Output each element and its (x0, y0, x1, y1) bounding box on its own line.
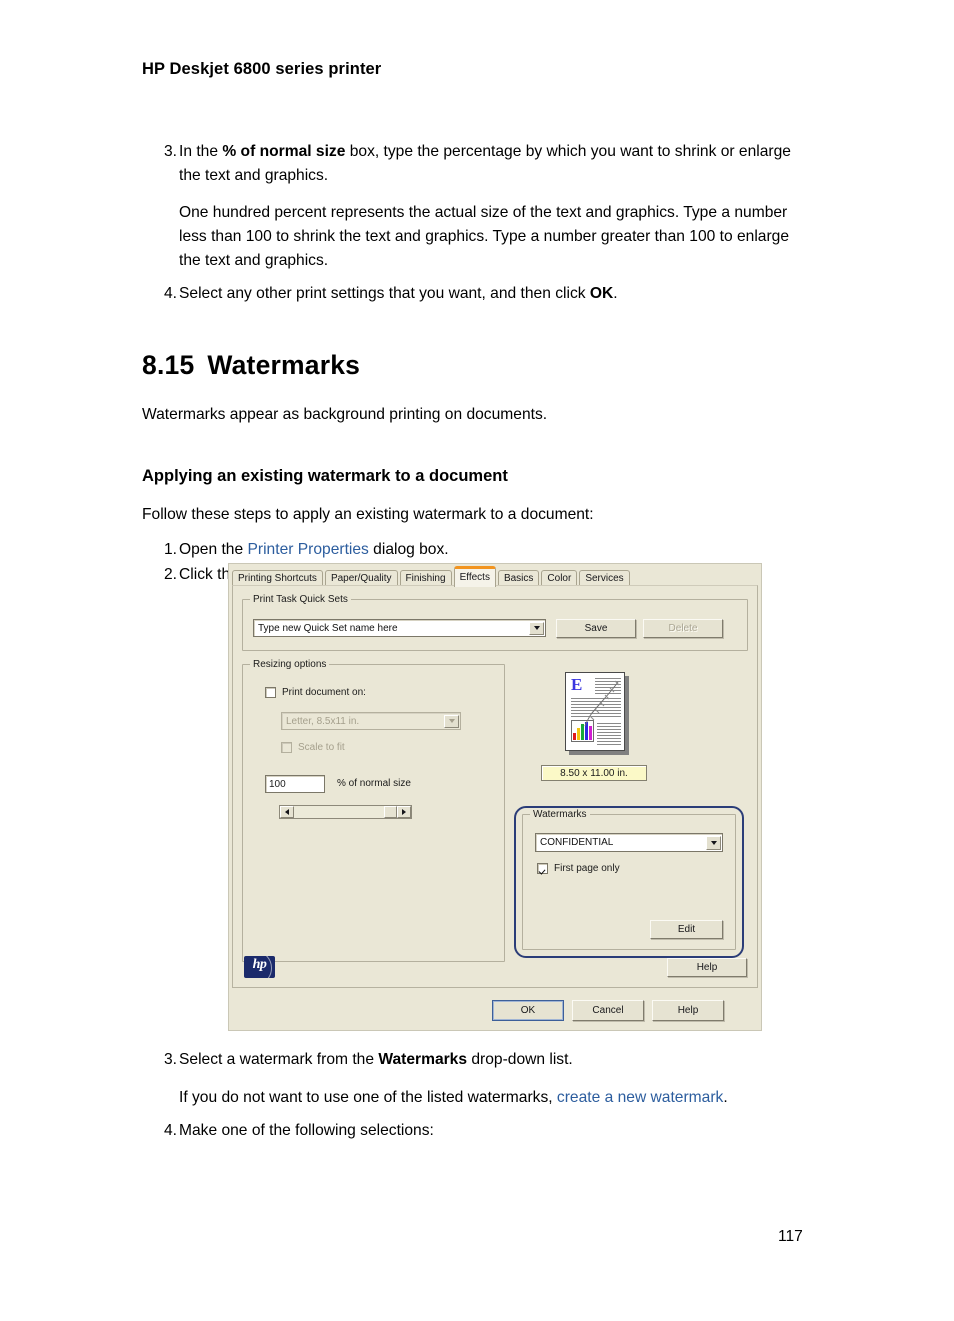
paper-size-combo: Letter, 8.5x11 in. (281, 712, 461, 730)
slider-thumb[interactable] (384, 806, 397, 818)
resizing-options-group: Resizing options Print document on: Lett… (242, 659, 505, 962)
watermark-combo[interactable]: CONFIDENTIAL (535, 833, 723, 852)
section-lead-paragraph: Watermarks appear as background printing… (142, 406, 548, 424)
help-button[interactable]: Help (652, 1000, 724, 1021)
list-item-number: 1. (163, 540, 177, 558)
watermarks-highlight-ring: Watermarks CONFIDENTIAL First page only … (514, 806, 744, 958)
chevron-down-icon[interactable] (706, 835, 721, 850)
list-item-number: 3. (163, 1051, 177, 1068)
printer-properties-dialog[interactable]: Printing Shortcuts Paper/Quality Finishi… (228, 563, 762, 1031)
cancel-button[interactable]: Cancel (572, 1000, 644, 1021)
tab-effects[interactable]: Effects (453, 566, 496, 587)
scale-to-fit-checkbox: Scale to fit (281, 742, 345, 753)
dialog-footer: OK Cancel Help (232, 989, 758, 1027)
section-title: Watermarks (207, 350, 361, 381)
list-item: 3. Select a watermark from the Watermark… (142, 1048, 814, 1072)
percent-value: 100 (269, 778, 286, 790)
chevron-down-icon (444, 714, 459, 728)
page-content: 3. In the % of normal size box, type the… (142, 140, 814, 589)
paper-size-readout: 8.50 x 11.00 in. (541, 765, 647, 781)
resize-slider[interactable] (279, 805, 412, 819)
tab-strip: Printing Shortcuts Paper/Quality Finishi… (232, 566, 761, 587)
percent-of-normal-size-label: % of normal size (337, 778, 411, 789)
top-step-list-2: 4. Select any other print settings that … (142, 282, 814, 306)
delete-button: Delete (643, 619, 723, 638)
list-item-text: Open the Printer Properties dialog box. (179, 540, 449, 558)
tab-printing-shortcuts[interactable]: Printing Shortcuts (232, 570, 323, 586)
section-heading: 8.15 Watermarks (142, 350, 814, 381)
watermarks-group: Watermarks CONFIDENTIAL First page only … (522, 809, 736, 950)
slider-right-arrow-icon[interactable] (397, 806, 411, 818)
bottom-note: If you do not want to use one of the lis… (179, 1088, 728, 1106)
ok-button[interactable]: OK (492, 1000, 564, 1021)
checkbox-icon[interactable] (537, 863, 548, 874)
subsection-heading: Applying an existing watermark to a docu… (142, 466, 508, 485)
print-document-on-label: Print document on: (282, 687, 366, 698)
preview-swish-graphic (584, 680, 620, 727)
list-item-number: 3. (163, 143, 177, 160)
list-item: 4. Make one of the following selections: (142, 1119, 814, 1143)
scale-to-fit-label: Scale to fit (298, 742, 345, 753)
tab-paper-quality[interactable]: Paper/Quality (324, 570, 398, 586)
preview-paper-stack: E (565, 672, 629, 755)
print-document-on-checkbox[interactable]: Print document on: (265, 687, 366, 698)
first-page-only-checkbox[interactable]: First page only (537, 863, 620, 874)
tab-color[interactable]: Color (541, 570, 578, 586)
slider-left-arrow-icon[interactable] (280, 806, 294, 818)
group-label: Print Task Quick Sets (250, 594, 351, 605)
slider-track[interactable] (294, 806, 397, 818)
bottom-step-list-2: 4. Make one of the following selections: (142, 1119, 814, 1143)
list-item-text: Select any other print settings that you… (179, 285, 618, 303)
print-task-quick-sets-group: Print Task Quick Sets Type new Quick Set… (242, 594, 748, 651)
create-new-watermark-link[interactable]: create a new watermark (557, 1089, 723, 1106)
bottom-step-list: 3. Select a watermark from the Watermark… (142, 1048, 814, 1072)
printer-properties-link[interactable]: Printer Properties (248, 541, 369, 558)
chevron-down-icon[interactable] (529, 621, 544, 635)
watermark-combo-value: CONFIDENTIAL (540, 837, 614, 848)
effects-tab-pane: Print Task Quick Sets Type new Quick Set… (232, 585, 758, 988)
quick-set-combo-value: Type new Quick Set name here (258, 622, 398, 634)
hp-logo-icon: hp (244, 956, 275, 978)
list-item-number: 2. (163, 566, 177, 584)
list-item-text: In the % of normal size box, type the pe… (179, 143, 791, 184)
tab-basics[interactable]: Basics (497, 570, 540, 586)
checkbox-icon[interactable] (265, 687, 276, 698)
preview-paper: E (565, 672, 625, 751)
group-label: Resizing options (250, 659, 330, 670)
checkbox-icon (281, 742, 292, 753)
page-content-bottom: 3. Select a watermark from the Watermark… (142, 1048, 814, 1145)
page-number: 117 (778, 1228, 803, 1245)
top-step-list: 3. In the % of normal size box, type the… (142, 140, 814, 187)
pane-help-button[interactable]: Help (667, 958, 747, 977)
list-item: 4. Select any other print settings that … (142, 282, 814, 306)
subsection-intro: Follow these steps to apply an existing … (142, 505, 594, 523)
first-page-only-label: First page only (554, 863, 620, 874)
watermark-edit-button[interactable]: Edit (650, 920, 723, 939)
tab-services[interactable]: Services (579, 570, 630, 586)
top-paragraph: One hundred percent represents the actua… (179, 204, 789, 269)
tab-finishing[interactable]: Finishing (399, 570, 452, 586)
page-preview: E 8.50 x 11.00 in. (523, 670, 688, 795)
list-item-text: Select a watermark from the Watermarks d… (179, 1051, 573, 1068)
quick-set-combo[interactable]: Type new Quick Set name here (253, 619, 546, 637)
list-item-number: 4. (163, 1122, 177, 1140)
section-number: 8.15 (142, 350, 195, 381)
percent-of-normal-size-input[interactable]: 100 (265, 775, 325, 793)
list-item-number: 4. (163, 285, 177, 303)
group-label: Watermarks (530, 809, 590, 820)
list-item-text: Make one of the following selections: (179, 1122, 434, 1140)
preview-drop-cap: E (571, 675, 583, 694)
running-header: HP Deskjet 6800 series printer (142, 60, 382, 78)
paper-size-value: Letter, 8.5x11 in. (286, 715, 360, 727)
save-button[interactable]: Save (556, 619, 636, 638)
list-item: 3. In the % of normal size box, type the… (142, 140, 814, 187)
list-item: 1. Open the Printer Properties dialog bo… (142, 538, 814, 562)
